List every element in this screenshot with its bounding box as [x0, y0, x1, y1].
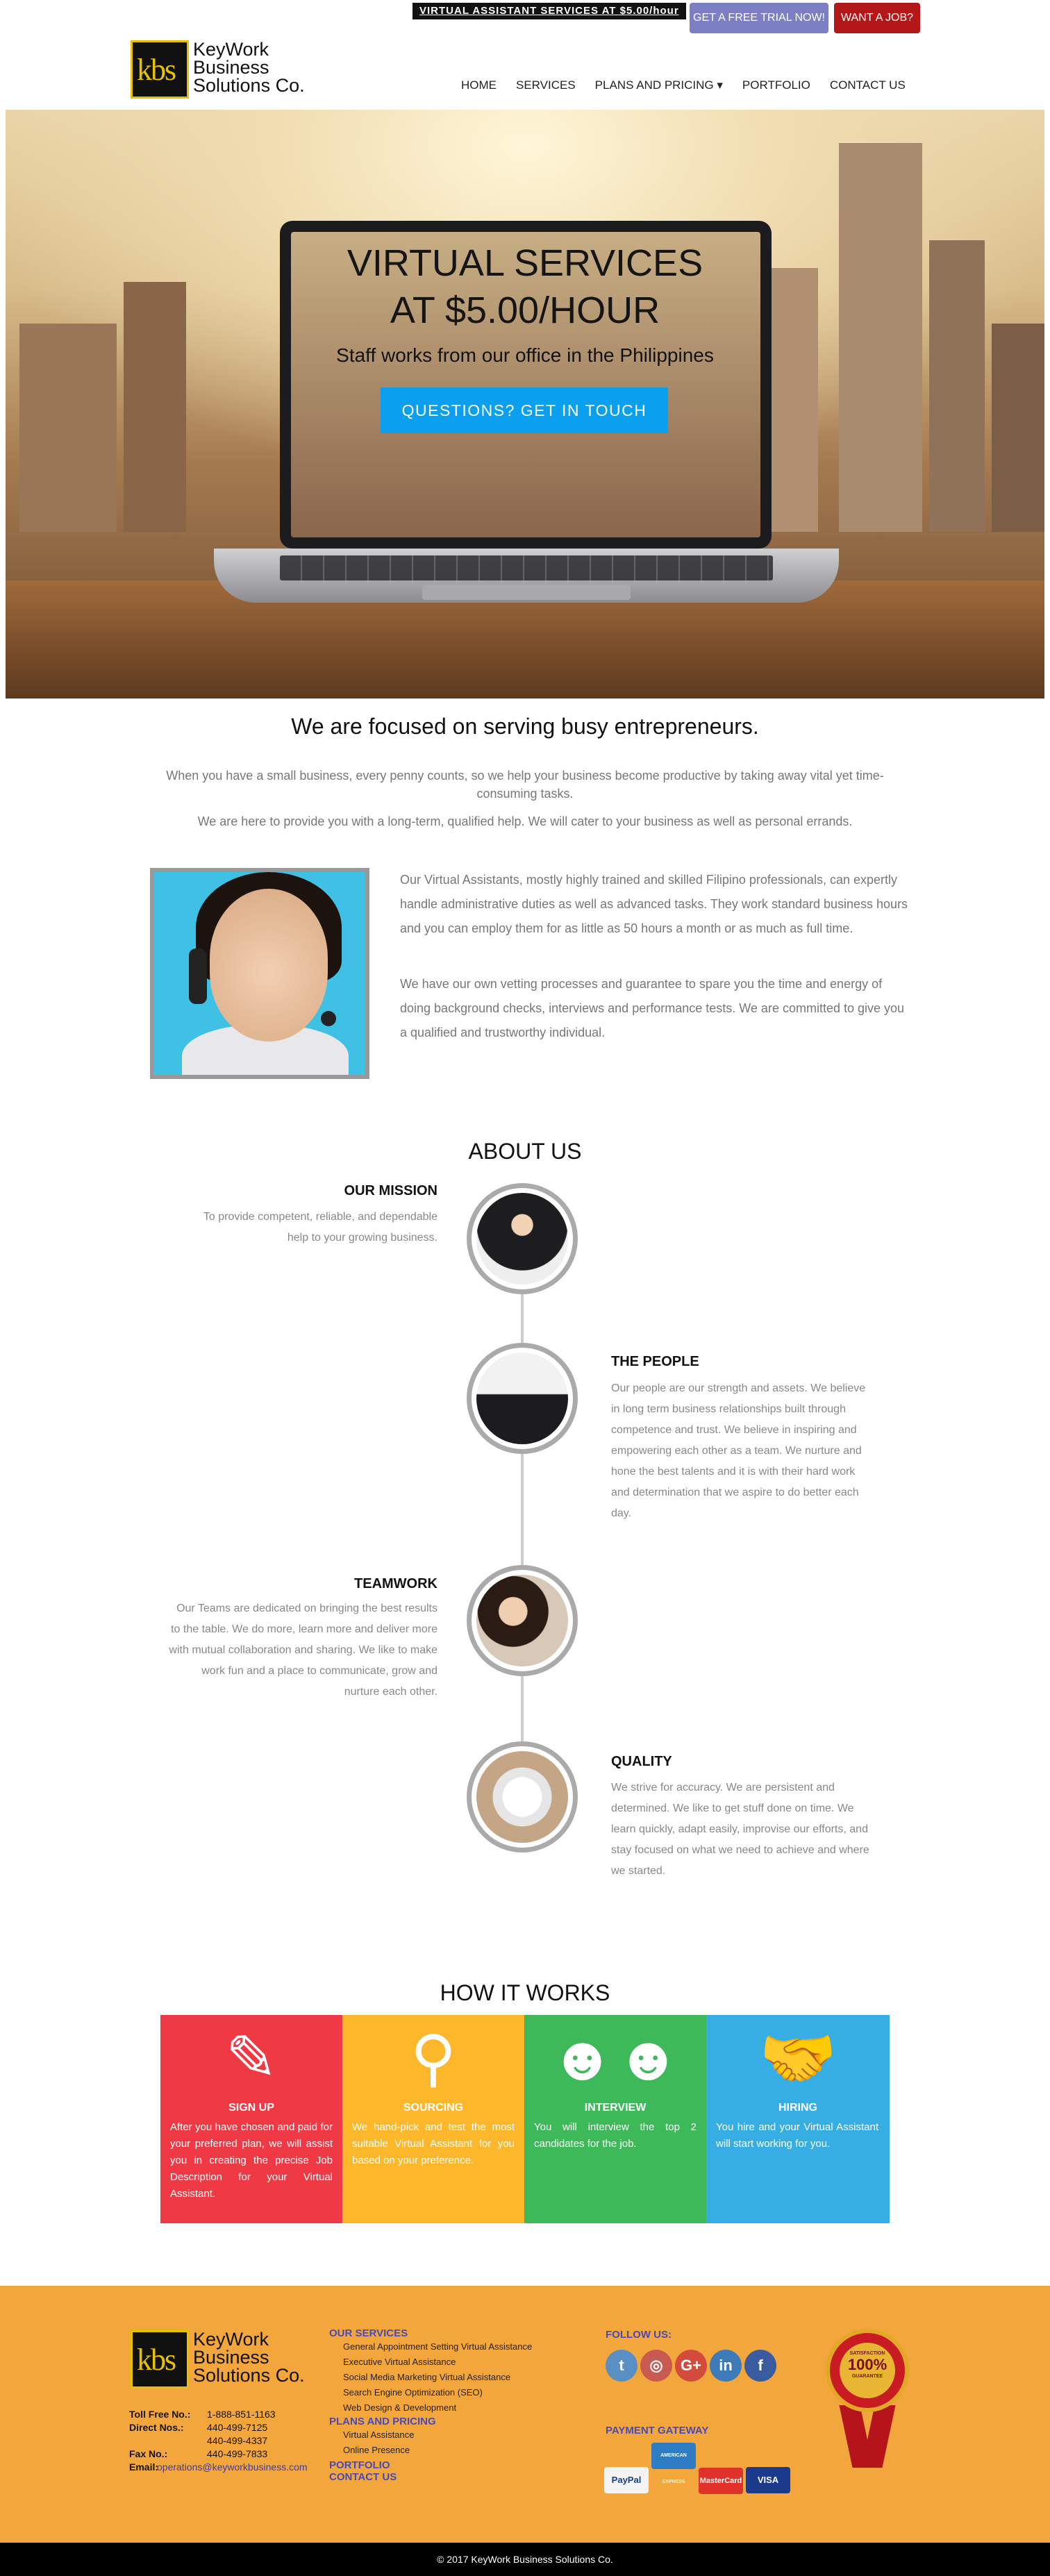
main-nav: HOME SERVICES PLANS AND PRICING ▾ PORTFO…: [451, 75, 915, 96]
visa-icon: VISA: [746, 2467, 790, 2493]
linkedin-icon[interactable]: in: [710, 2350, 742, 2382]
google-plus-icon[interactable]: G+: [675, 2350, 707, 2382]
how-it-works-heading: HOW IT WORKS: [440, 1980, 610, 2005]
intro-paragraph-2: We are here to provide you with a long-t…: [197, 814, 853, 828]
assistant-photo: [150, 868, 369, 1079]
amex-icon: AMERICAN EXPRESS: [651, 2443, 696, 2484]
card-sign-up: ✎ SIGN UP After you have chosen and paid …: [160, 2015, 342, 2223]
footer-portfolio[interactable]: PORTFOLIO: [329, 2459, 579, 2471]
satisfaction-badge: SATISFACTION 100% GUARANTEE: [822, 2329, 912, 2468]
mission-title: OUR MISSION: [344, 1183, 438, 1198]
logo[interactable]: kbs KeyWork Business Solutions Co.: [131, 40, 315, 99]
get-in-touch-button[interactable]: QUESTIONS? GET IN TOUCH: [381, 387, 668, 433]
hero-title: VIRTUAL SERVICES AT $5.00/HOUR: [347, 242, 703, 331]
footer-service-link[interactable]: Social Media Marketing Virtual Assistanc…: [343, 2370, 579, 2385]
edit-icon: ✎: [225, 2024, 278, 2093]
footer-service-link[interactable]: Executive Virtual Assistance: [343, 2355, 579, 2370]
quality-image: [467, 1741, 578, 1852]
teamwork-text: Our Teams are dedicated on bringing the …: [169, 1603, 438, 1698]
follow-us-label: FOLLOW US:: [606, 2329, 672, 2341]
free-trial-button[interactable]: GET A FREE TRIAL NOW!: [690, 3, 828, 33]
assistants-paragraph: Our Virtual Assistants, mostly highly tr…: [400, 873, 908, 935]
card-hiring: 🤝 HIRING You hire and your Virtual Assist…: [706, 2015, 890, 2223]
footer-service-link[interactable]: General Appointment Setting Virtual Assi…: [343, 2339, 579, 2355]
nav-contact-us[interactable]: CONTACT US: [820, 75, 915, 96]
logo-text: KeyWork Business Solutions Co.: [193, 39, 305, 96]
search-person-icon: ⚲: [410, 2024, 456, 2093]
chat-people-icon: ☻☻: [549, 2024, 681, 2093]
hero-subtitle: Staff works from our office in the Phili…: [336, 344, 714, 366]
timeline-line: [521, 1243, 524, 1791]
teamwork-title: TEAMWORK: [354, 1576, 438, 1591]
copyright-bar: © 2017 KeyWork Business Solutions Co.: [0, 2543, 1050, 2576]
nav-portfolio[interactable]: PORTFOLIO: [733, 75, 820, 96]
footer-our-services[interactable]: OUR SERVICES: [329, 2327, 579, 2339]
mission-image: [467, 1183, 578, 1294]
quality-text: We strive for accuracy. We are persisten…: [611, 1782, 869, 1877]
promo-banner: VIRTUAL ASSISTANT SERVICES AT $5.00/hour: [412, 3, 686, 19]
vetting-paragraph: We have our own vetting processes and gu…: [400, 977, 905, 1039]
footer-logo[interactable]: kbs KeyWork Business Solutions Co.: [131, 2330, 315, 2389]
footer-service-link[interactable]: Web Design & Development: [343, 2400, 579, 2416]
card-interview: ☻☻ INTERVIEW You will interview the top 2…: [524, 2015, 706, 2223]
nav-services[interactable]: SERVICES: [506, 75, 585, 96]
footer-plan-link[interactable]: Online Presence: [343, 2443, 579, 2458]
intro-heading: We are focused on serving busy entrepren…: [291, 714, 759, 739]
payment-gateway-label: PAYMENT GATEWAY: [606, 2425, 709, 2436]
logo-mark: kbs: [131, 40, 189, 99]
footer-contacts: Toll Free No.: 1-888-851-1163 Direct Nos.…: [129, 2409, 308, 2474]
twitter-icon[interactable]: t: [606, 2350, 638, 2382]
footer-contact-us[interactable]: CONTACT US: [329, 2471, 579, 2483]
nav-home[interactable]: HOME: [451, 75, 506, 96]
email-link[interactable]: operations@keyworkbusiness.com: [157, 2461, 308, 2474]
social-icons: t ◎ G+ in f: [606, 2350, 786, 2382]
teamwork-image: [467, 1565, 578, 1676]
want-a-job-button[interactable]: WANT A JOB?: [834, 3, 920, 33]
about-heading: ABOUT US: [468, 1139, 582, 1164]
mission-text: To provide competent, reliable, and depe…: [203, 1211, 438, 1244]
nav-plans-and-pricing[interactable]: PLANS AND PRICING ▾: [585, 75, 733, 96]
people-image: [467, 1343, 578, 1454]
footer-plan-link[interactable]: Virtual Assistance: [343, 2427, 579, 2443]
mastercard-icon: MasterCard: [699, 2468, 743, 2494]
people-text: Our people are our strength and assets. …: [611, 1382, 866, 1519]
footer-service-link[interactable]: Search Engine Optimization (SEO): [343, 2385, 579, 2400]
instagram-icon[interactable]: ◎: [640, 2350, 672, 2382]
intro-paragraph-1: When you have a small business, every pe…: [166, 769, 884, 801]
footer-plans-and-pricing[interactable]: PLANS AND PRICING: [329, 2416, 579, 2427]
paypal-icon: PayPal: [604, 2467, 649, 2493]
facebook-icon[interactable]: f: [744, 2350, 776, 2382]
card-sourcing: ⚲ SOURCING We hand-pick and test the most…: [342, 2015, 524, 2223]
handshake-icon: 🤝: [758, 2024, 838, 2093]
footer-links: OUR SERVICES General Appointment Setting…: [329, 2327, 579, 2483]
quality-title: QUALITY: [611, 1754, 672, 1769]
people-title: THE PEOPLE: [611, 1354, 699, 1369]
payment-logos: PayPalAMERICAN EXPRESS MasterCard VISA: [604, 2443, 812, 2494]
